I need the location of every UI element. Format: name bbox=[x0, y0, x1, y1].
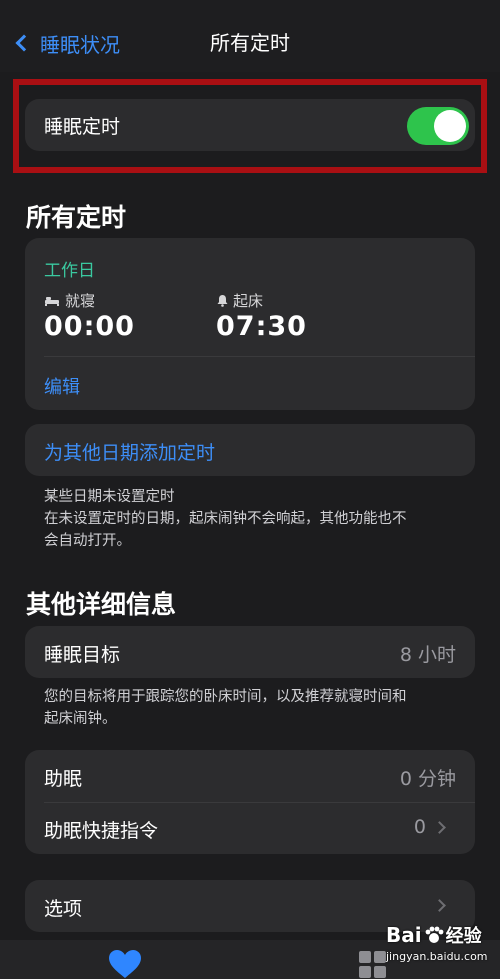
heart-icon[interactable] bbox=[108, 949, 142, 979]
wind-down-divider bbox=[44, 802, 475, 803]
bed-icon bbox=[45, 296, 59, 306]
details-title: 其他详细信息 bbox=[26, 590, 177, 619]
schedule-note: 某些日期未设置定时 在未设置定时的日期，起床闹钟不会响起，其他功能也不 会自动打… bbox=[44, 489, 407, 549]
wake-label: 起床 bbox=[216, 290, 263, 311]
paw-icon bbox=[425, 926, 444, 943]
bell-icon bbox=[217, 295, 228, 307]
wake-value: 07:30 bbox=[216, 311, 307, 342]
shortcuts-value: 0 bbox=[413, 816, 426, 838]
goal-note: 您的目标将用于跟踪您的卧床时间，以及推荐就寝时间和 起床闹钟。 bbox=[44, 689, 407, 727]
all-schedules-title: 所有定时 bbox=[26, 203, 127, 232]
bedtime-value: 00:00 bbox=[44, 311, 135, 342]
schedule-divider bbox=[44, 356, 475, 357]
sleep-goal-value: 8 小时 bbox=[399, 644, 456, 666]
baidu-watermark: Bai 经验 jingyan.baidu.com bbox=[386, 923, 488, 963]
schedule-name: 工作日 bbox=[44, 261, 95, 281]
bedtime-label: 就寝 bbox=[44, 290, 95, 311]
wind-down-label[interactable]: 助眠 bbox=[44, 764, 82, 791]
page-title: 所有定时 bbox=[210, 31, 290, 55]
wind-down-value: 0 分钟 bbox=[399, 768, 456, 790]
add-schedule-label: 为其他日期添加定时 bbox=[44, 442, 216, 464]
highlight-box bbox=[13, 79, 487, 173]
edit-link[interactable]: 编辑 bbox=[44, 373, 80, 399]
shortcuts-label[interactable]: 助眠快捷指令 bbox=[44, 816, 158, 843]
sleep-goal-label: 睡眠目标 bbox=[44, 644, 121, 666]
options-label: 选项 bbox=[44, 898, 83, 920]
grid-icon[interactable] bbox=[358, 950, 388, 979]
